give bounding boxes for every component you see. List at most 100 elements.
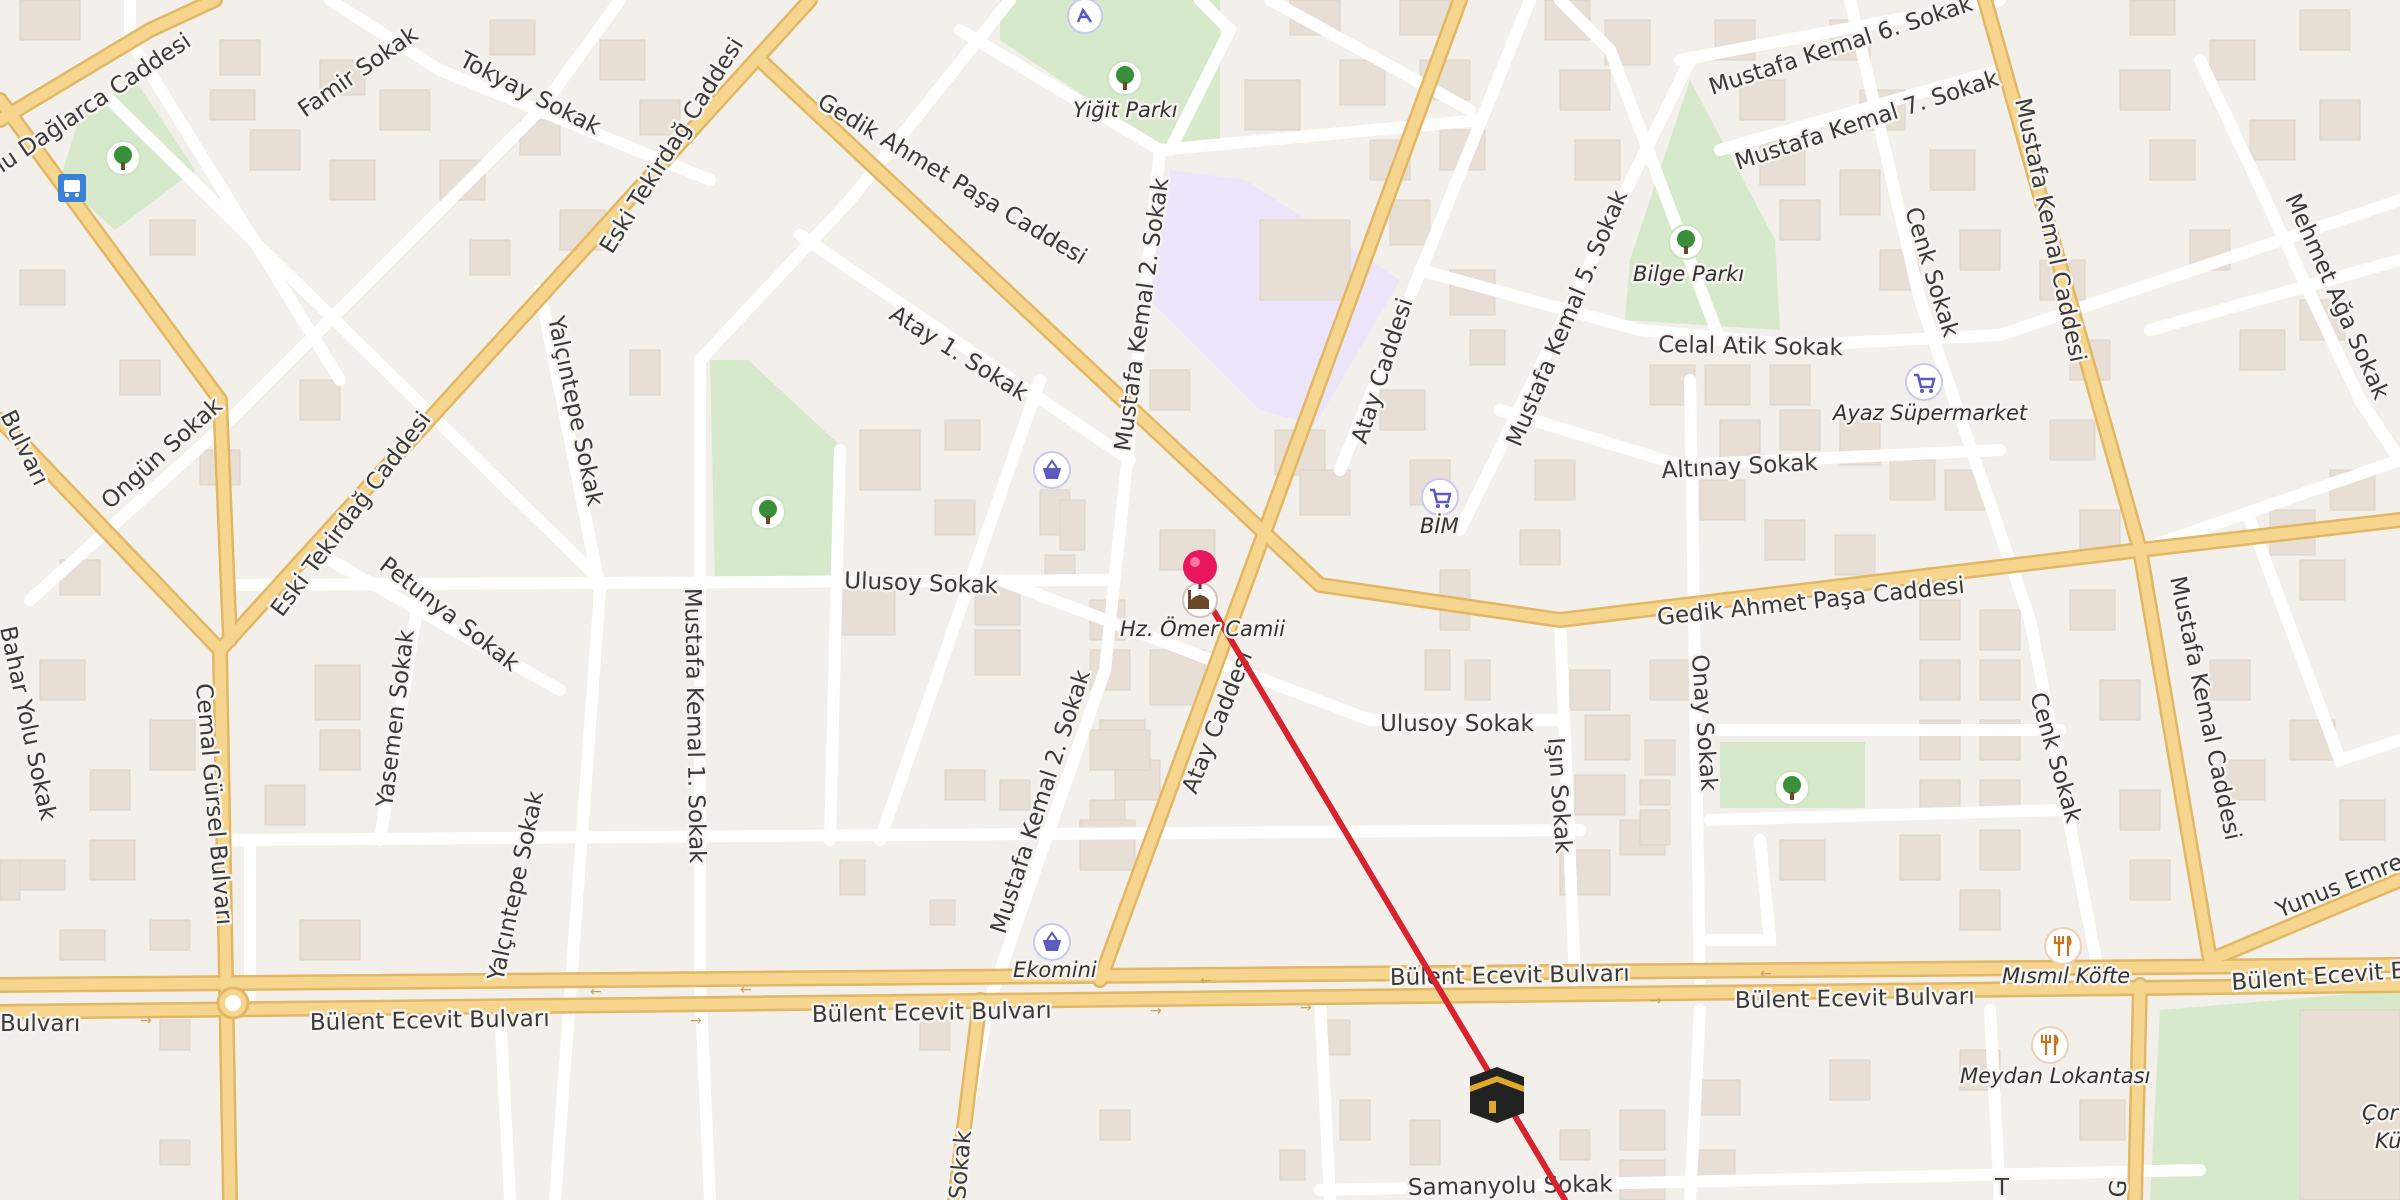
building [1779, 199, 1821, 241]
shopping-basket-icon[interactable] [1033, 923, 1071, 961]
building [2319, 99, 2361, 141]
building [1929, 149, 1976, 191]
building [2249, 119, 2296, 161]
roundabout-center [225, 995, 241, 1011]
tree-icon[interactable] [1107, 60, 1143, 96]
building [299, 379, 341, 421]
street-label-ulusoy-sokak-left: Ulusoy Sokak [844, 568, 999, 599]
building [89, 769, 131, 811]
street-label-edge-g: G [2105, 1178, 2132, 1198]
street-label-edge-t: T [1994, 1175, 2010, 1200]
map-svg[interactable]: → → → → → ← ← ← ← nu Dağlarca Caddesi Fa… [0, 0, 2400, 1200]
building [1644, 739, 1676, 776]
building [1469, 329, 1506, 366]
fork-knife-icon[interactable] [2044, 927, 2082, 965]
shopping-cart-icon[interactable] [1421, 478, 1459, 516]
tree-icon[interactable] [750, 494, 786, 530]
building [149, 719, 196, 771]
building [1829, 1059, 1871, 1101]
building [2129, 859, 2171, 901]
building [149, 919, 191, 951]
building [89, 839, 136, 881]
building [1409, 1119, 1441, 1166]
tree-icon[interactable] [105, 140, 141, 176]
building [219, 39, 261, 76]
building [1259, 219, 1351, 301]
building [944, 419, 981, 451]
oneway-arrow-icon: ← [740, 982, 752, 998]
street-label-bulent-ecevit-bulvari-left: Bülent Ecevit Bulvarı [310, 1006, 550, 1036]
street-label-bulent-ecevit-bulvari-far-left: Bulvarı [0, 1011, 80, 1037]
oneway-arrow-icon: ← [590, 984, 602, 1000]
building [1919, 599, 1961, 641]
street-label-bulent-ecevit-bulvari-center: Bülent Ecevit Bulvarı [812, 998, 1052, 1028]
building [0, 859, 21, 901]
oneway-arrow-icon: → [1150, 1003, 1162, 1019]
building [119, 359, 161, 396]
building [1699, 1079, 1741, 1116]
building [469, 239, 511, 276]
tree-icon[interactable] [1668, 224, 1704, 260]
building [1424, 649, 1451, 691]
building [19, 859, 66, 891]
building [1979, 829, 2021, 871]
building [2079, 509, 2121, 551]
building [2149, 139, 2196, 181]
building [159, 1019, 191, 1051]
building [1059, 499, 1086, 551]
shopping-basket-icon[interactable] [1033, 451, 1071, 489]
building [1464, 659, 1491, 701]
building [2049, 419, 2096, 461]
building [1699, 479, 1746, 521]
building [1769, 364, 1811, 406]
road-south-g [2129, 979, 2146, 1200]
street-label-mustafa-kemal-1-sokak: Mustafa Kemal 1. Sokak [679, 588, 710, 865]
building [974, 629, 1021, 676]
playground-icon[interactable] [1067, 0, 1103, 34]
poi-label-meydan-lokantasi: Meydan Lokantası [1960, 1064, 2150, 1088]
building [1339, 1099, 1371, 1141]
building [1704, 364, 1751, 406]
building [1339, 59, 1386, 106]
street-label-samanyolu-sokak: Samanyolu Sokak [1408, 1171, 1614, 1200]
street-label-bulent-ecevit-bulvari-right: Bülent Ecevit Bulvarı [1735, 984, 1975, 1014]
building [2299, 9, 2351, 51]
poi-label-mismil-kofte: Mısmıl Köfte [2002, 964, 2130, 988]
tree-icon[interactable] [1774, 770, 1810, 806]
building [2079, 1099, 2126, 1141]
building [1559, 69, 1611, 111]
oneway-arrow-icon: ← [1760, 966, 1772, 982]
fork-knife-icon[interactable] [2031, 1026, 2069, 1064]
building [314, 664, 361, 721]
oneway-arrow-icon: → [1650, 993, 1662, 1009]
building [19, 0, 81, 41]
building [489, 19, 536, 56]
building [944, 769, 986, 801]
building [1764, 519, 1806, 561]
building [1574, 139, 1621, 181]
poi-label-corner-right-2: Kü [2375, 1129, 2400, 1153]
building [329, 159, 376, 201]
shopping-cart-icon[interactable] [1905, 363, 1943, 401]
building [59, 929, 106, 961]
building [1569, 669, 1611, 711]
oneway-arrow-icon: → [690, 1013, 702, 1029]
map-canvas[interactable]: → → → → → ← ← ← ← nu Dağlarca Caddesi Fa… [0, 0, 2400, 1200]
building [839, 859, 866, 896]
building [1834, 534, 1876, 576]
kaaba-icon[interactable] [1470, 1067, 1524, 1123]
oneway-arrow-icon: ← [1200, 973, 1212, 989]
building [1889, 459, 1936, 501]
building [1584, 714, 1631, 761]
bus-stop-icon[interactable] [58, 174, 86, 202]
building [1979, 659, 2021, 701]
oneway-arrow-icon: → [140, 1013, 152, 1029]
building [1244, 79, 1301, 131]
building [2299, 559, 2346, 601]
building [2119, 789, 2161, 831]
building [39, 659, 86, 701]
building [1779, 839, 1826, 881]
building [1149, 369, 1191, 411]
building [1959, 229, 2001, 271]
building [2069, 589, 2116, 631]
